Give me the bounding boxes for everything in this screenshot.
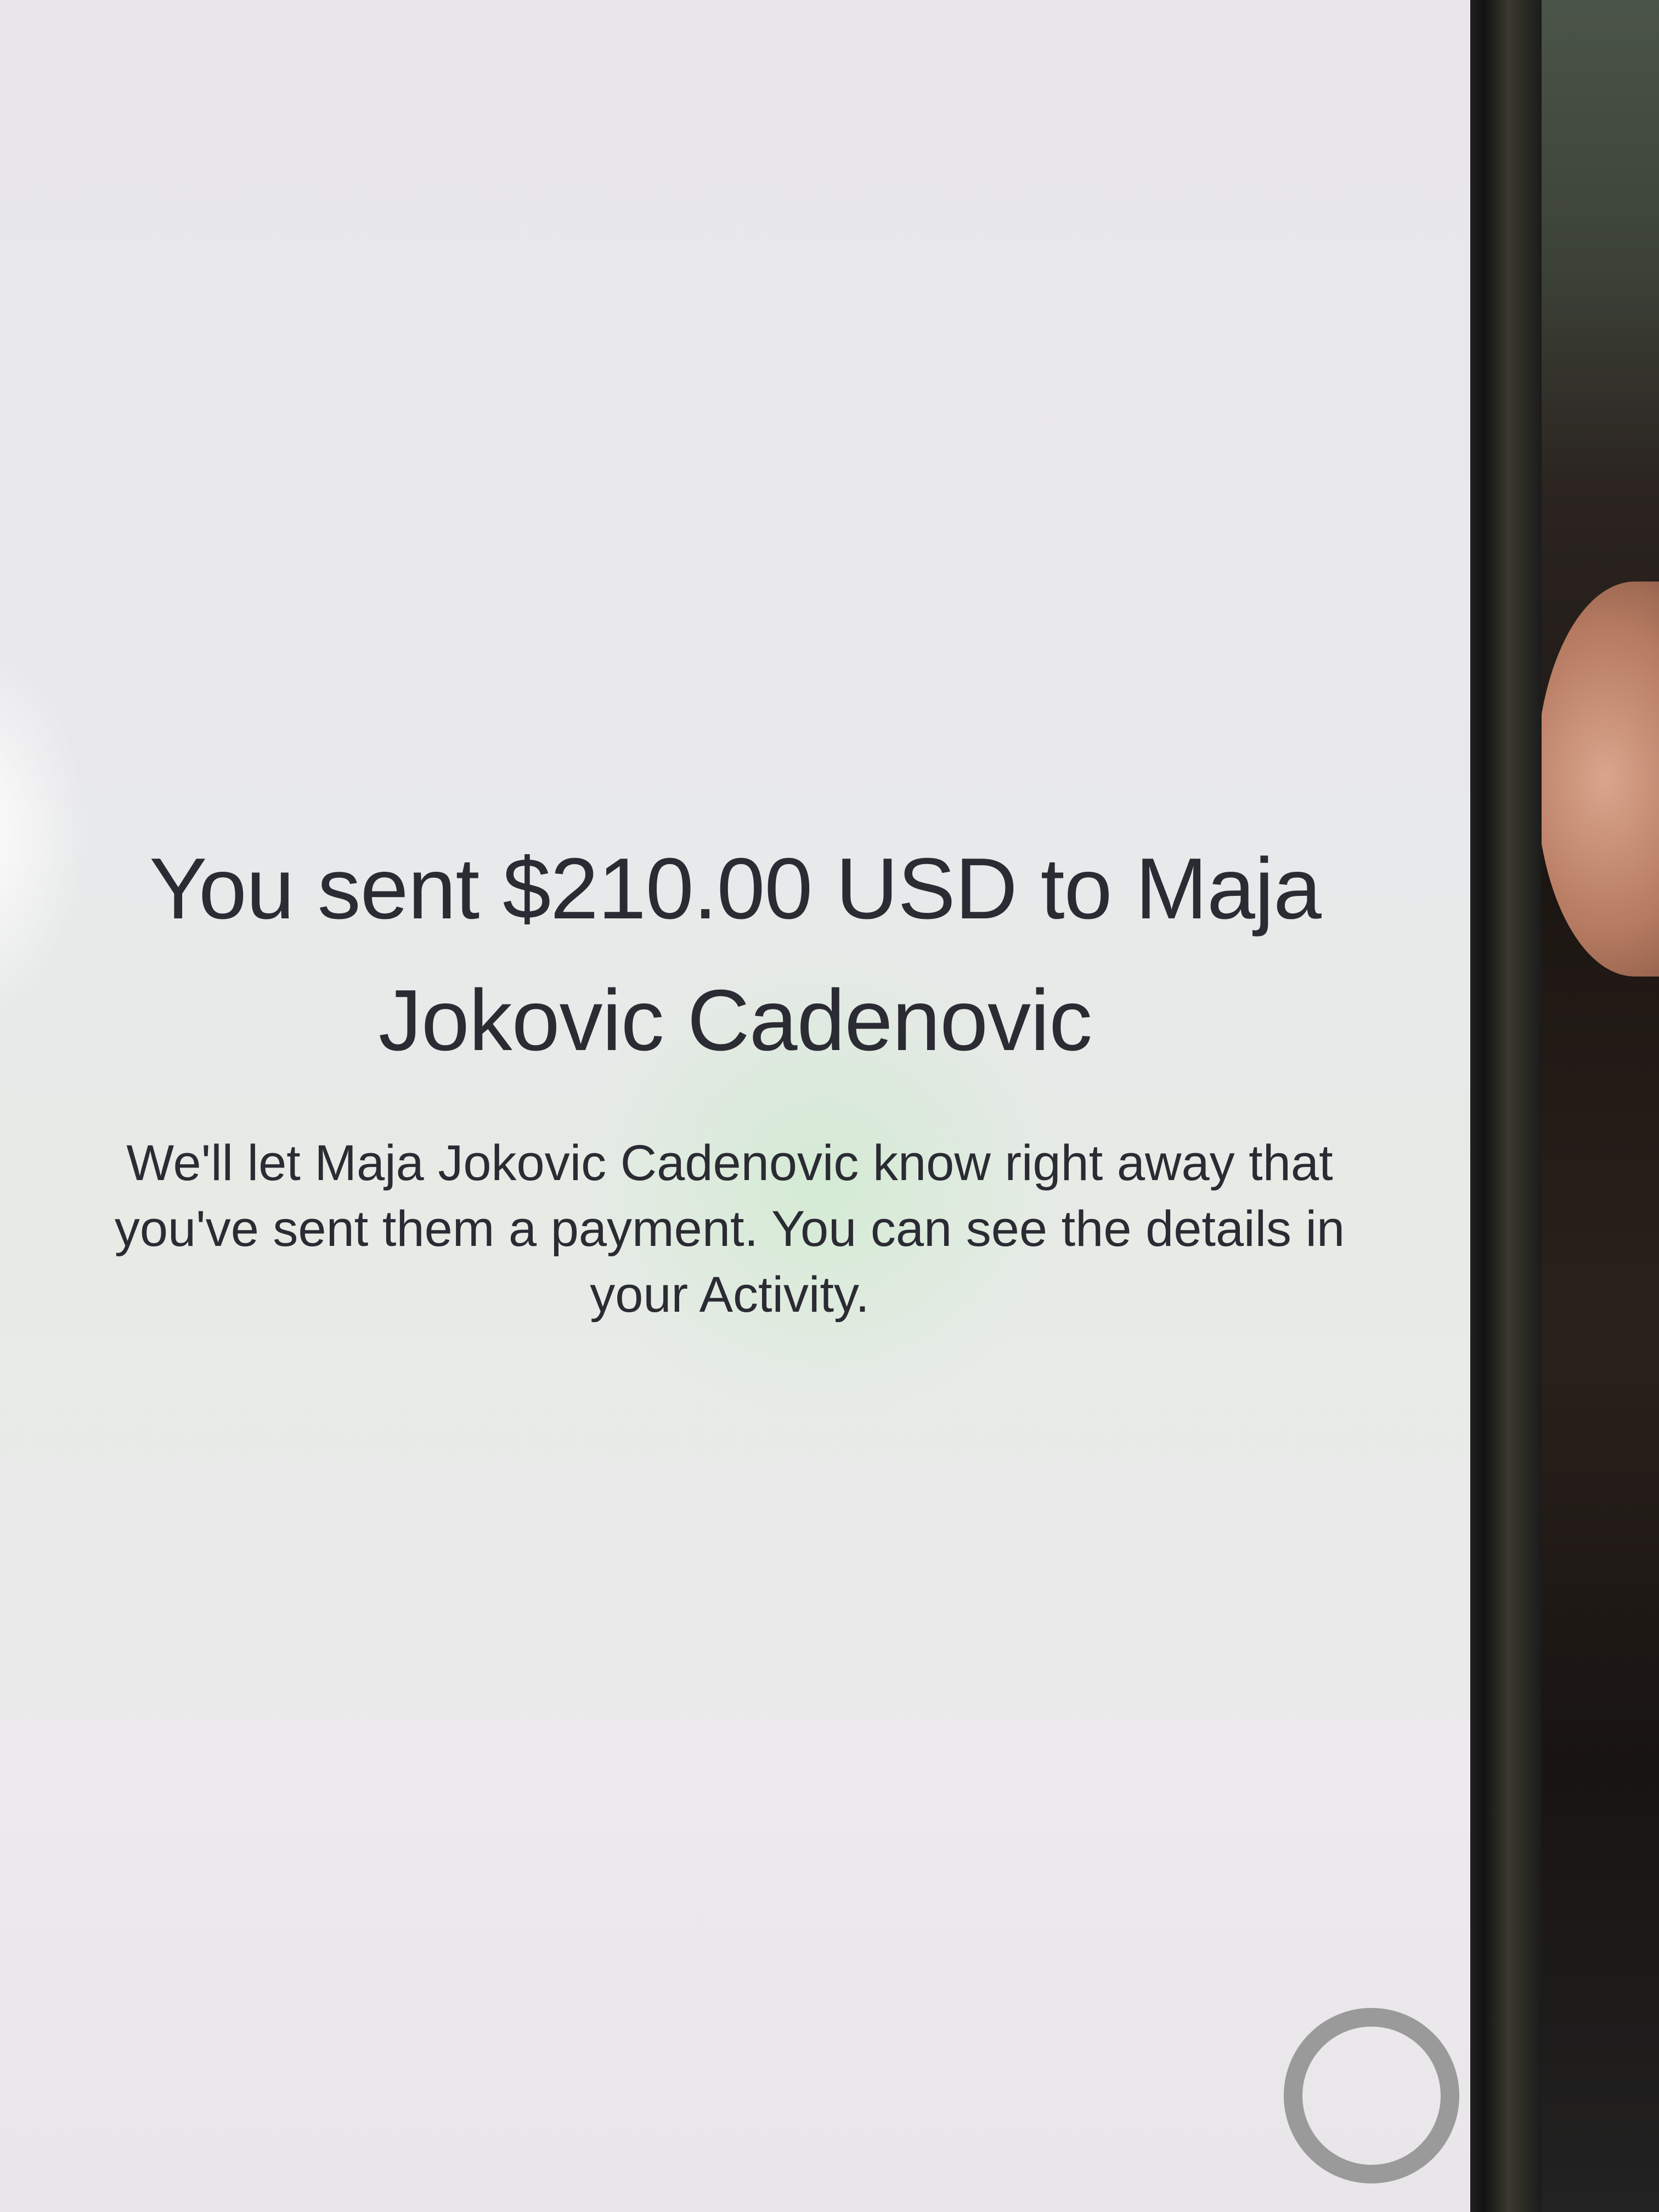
- payment-confirmation-screen: You sent $210.00 USD to Maja Jokovic Cad…: [0, 0, 1470, 2212]
- confirmation-title: You sent $210.00 USD to Maja Jokovic Cad…: [149, 840, 1322, 1069]
- photo-background: [1542, 0, 1659, 2212]
- phone-bezel: [1459, 0, 1542, 2212]
- confirmation-message: We'll let Maja Jokovic Cadenovic know ri…: [114, 1135, 1345, 1323]
- circle-ring-icon[interactable]: [1284, 2008, 1459, 2183]
